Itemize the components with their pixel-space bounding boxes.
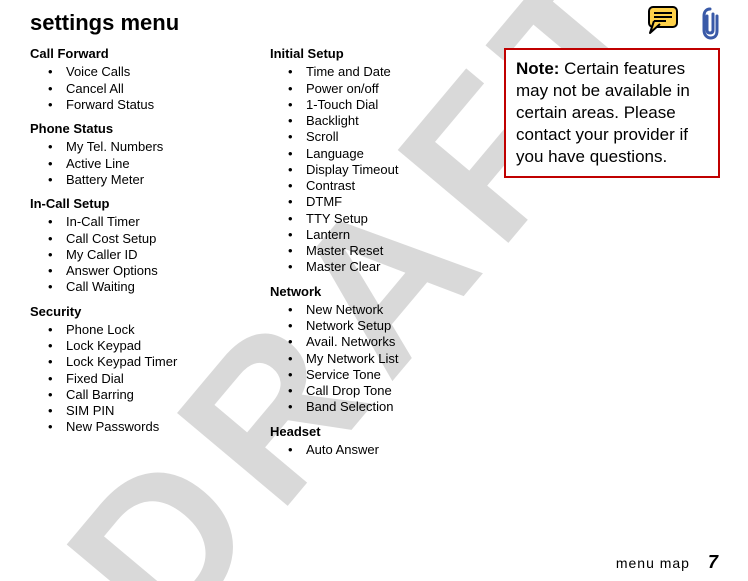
section-heading: In-Call Setup (30, 196, 270, 212)
list-item: Cancel All (66, 81, 270, 97)
list-item: Time and Date (306, 64, 510, 80)
list-item: DTMF (306, 194, 510, 210)
list-item: Scroll (306, 129, 510, 145)
list-item: Network Setup (306, 318, 510, 334)
list-item: Fixed Dial (66, 371, 270, 387)
list-item: Forward Status (66, 97, 270, 113)
list-item: My Network List (306, 351, 510, 367)
section-heading: Initial Setup (270, 46, 510, 62)
section-heading: Network (270, 284, 510, 300)
list-item: Service Tone (306, 367, 510, 383)
section-heading: Headset (270, 424, 510, 440)
section-heading: Phone Status (30, 121, 270, 137)
footer-label: menu map (616, 555, 690, 571)
list-item: Active Line (66, 156, 270, 172)
list-item: New Passwords (66, 419, 270, 435)
section-items: My Tel. NumbersActive LineBattery Meter (30, 139, 270, 188)
list-item: My Tel. Numbers (66, 139, 270, 155)
list-item: Call Barring (66, 387, 270, 403)
list-item: Auto Answer (306, 442, 510, 458)
list-item: Master Reset (306, 243, 510, 259)
list-item: My Caller ID (66, 247, 270, 263)
section-heading: Call Forward (30, 46, 270, 62)
list-item: Phone Lock (66, 322, 270, 338)
column: Initial Setup Time and DatePower on/off1-… (270, 46, 510, 458)
section-heading: Security (30, 304, 270, 320)
page-content: settings menu Call Forward Voice CallsCan… (0, 0, 748, 540)
list-item: Language (306, 146, 510, 162)
list-item: Master Clear (306, 259, 510, 275)
list-item: Call Drop Tone (306, 383, 510, 399)
list-item: Lock Keypad (66, 338, 270, 354)
page-number: 7 (708, 552, 718, 573)
section-items: In-Call TimerCall Cost SetupMy Caller ID… (30, 214, 270, 295)
list-item: Call Cost Setup (66, 231, 270, 247)
section-items: Time and DatePower on/off1-Touch DialBac… (270, 64, 510, 275)
list-item: Power on/off (306, 81, 510, 97)
page-title: settings menu (30, 10, 718, 36)
list-item: Answer Options (66, 263, 270, 279)
section-items: Phone LockLock KeypadLock Keypad TimerFi… (30, 322, 270, 436)
section-items: Voice CallsCancel AllForward Status (30, 64, 270, 113)
list-item: Backlight (306, 113, 510, 129)
page-footer: menu map 7 (616, 552, 718, 573)
column: Call Forward Voice CallsCancel AllForward… (30, 46, 270, 458)
columns-container: Call Forward Voice CallsCancel AllForward… (30, 46, 718, 458)
list-item: Display Timeout (306, 162, 510, 178)
list-item: Lock Keypad Timer (66, 354, 270, 370)
list-item: Battery Meter (66, 172, 270, 188)
list-item: SIM PIN (66, 403, 270, 419)
list-item: Band Selection (306, 399, 510, 415)
list-item: Lantern (306, 227, 510, 243)
section-items: New NetworkNetwork SetupAvail. NetworksM… (270, 302, 510, 416)
section-items: Auto Answer (270, 442, 510, 458)
list-item: TTY Setup (306, 211, 510, 227)
list-item: Call Waiting (66, 279, 270, 295)
list-item: 1-Touch Dial (306, 97, 510, 113)
list-item: New Network (306, 302, 510, 318)
list-item: In-Call Timer (66, 214, 270, 230)
list-item: Avail. Networks (306, 334, 510, 350)
list-item: Voice Calls (66, 64, 270, 80)
list-item: Contrast (306, 178, 510, 194)
